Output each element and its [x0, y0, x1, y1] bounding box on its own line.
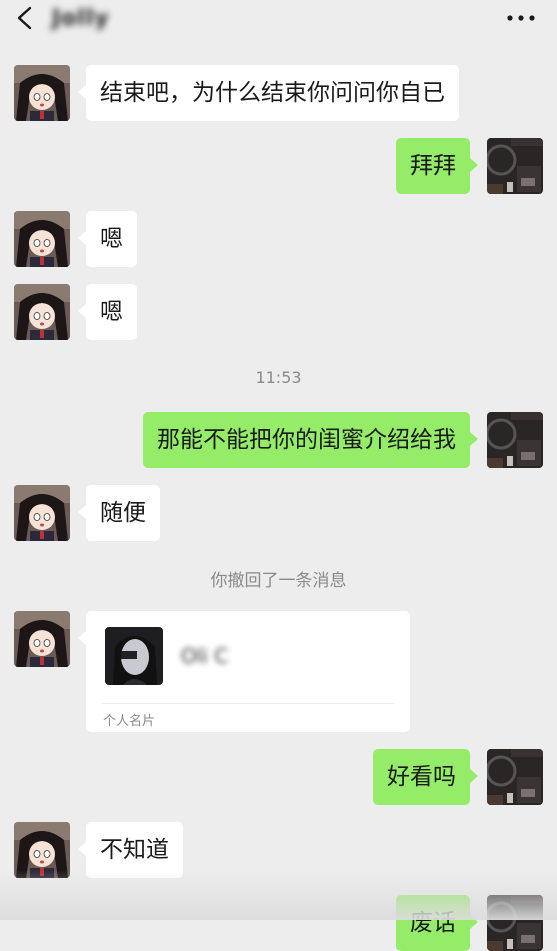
bottom-fade	[0, 870, 557, 920]
recall-notice: 你撤回了一条消息	[210, 571, 347, 591]
received-message[interactable]: 嗯	[78, 284, 137, 340]
card-type-label: 个人名片	[103, 714, 156, 729]
sent-message[interactable]: 拜拜	[396, 138, 478, 194]
sent-message[interactable]: 好看吗	[373, 749, 478, 805]
chat-title: Jolly	[52, 6, 110, 31]
contact-card[interactable]: Oli C 个人名片	[78, 611, 410, 732]
contact-avatar[interactable]	[14, 284, 70, 340]
received-message[interactable]: 嗯	[78, 211, 137, 267]
my-avatar[interactable]	[487, 749, 543, 805]
more-options-icon[interactable]	[505, 8, 537, 28]
contact-avatar[interactable]	[14, 211, 70, 267]
timestamp: 11:53	[255, 368, 302, 387]
sent-message[interactable]: 那能不能把你的闺蜜介绍给我	[143, 412, 478, 468]
chat-header: Jolly	[0, 0, 557, 40]
my-avatar[interactable]	[487, 138, 543, 194]
card-divider	[102, 703, 394, 704]
received-message[interactable]: 结束吧，为什么结束你问问你自已	[78, 65, 459, 121]
contact-avatar[interactable]	[14, 611, 70, 667]
contact-avatar[interactable]	[14, 485, 70, 541]
card-contact-name: Oli C	[181, 644, 229, 668]
back-arrow-icon[interactable]	[14, 6, 38, 30]
received-message[interactable]: 随便	[78, 485, 160, 541]
contact-avatar[interactable]	[14, 65, 70, 121]
my-avatar[interactable]	[487, 412, 543, 468]
card-photo	[105, 627, 163, 685]
